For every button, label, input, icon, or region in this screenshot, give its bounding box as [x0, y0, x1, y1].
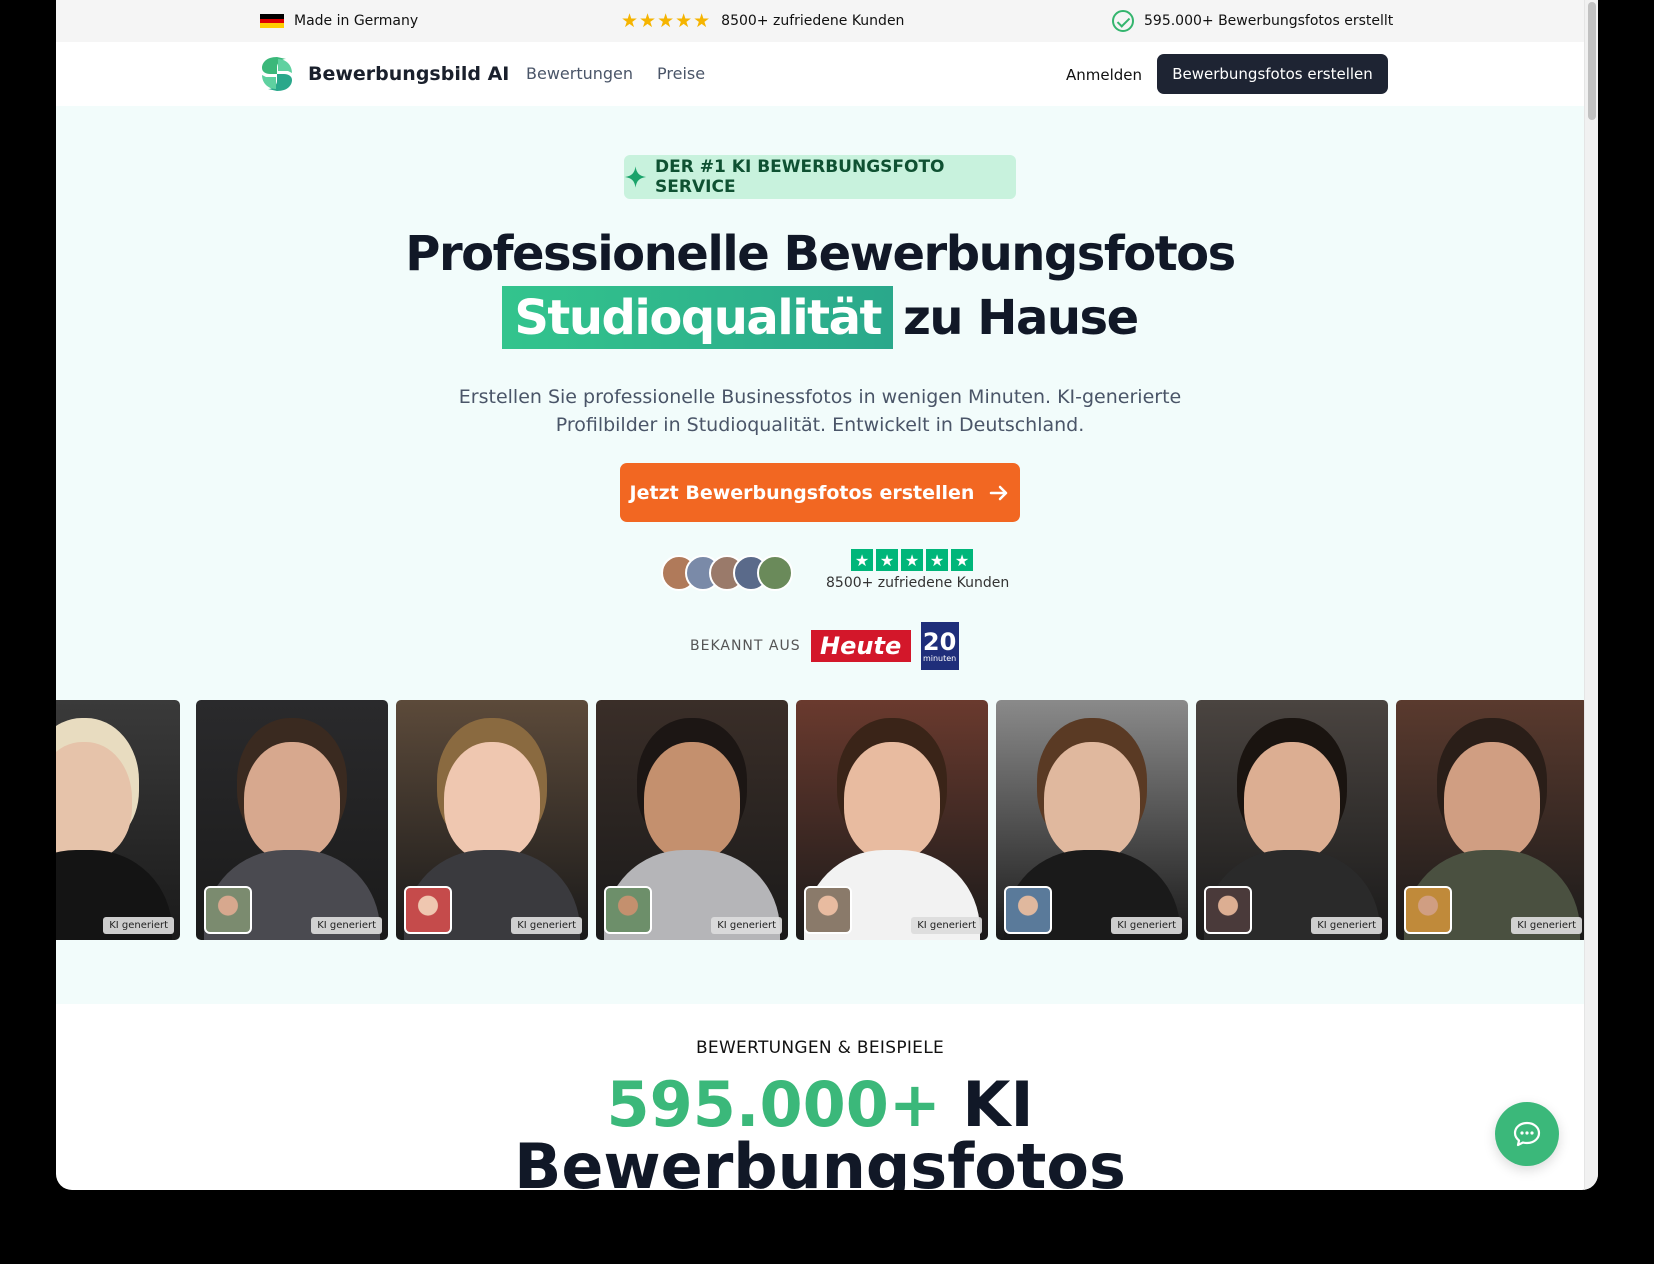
badge-label: DER #1 KI BEWERBUNGSFOTO SERVICE: [655, 157, 945, 197]
star-rating-icon: ★★★★★: [621, 10, 712, 32]
ai-generated-tag: KI generiert: [711, 917, 782, 934]
hero-title-line2: Studioqualität zu Hause: [56, 286, 1584, 349]
heute-logo: Heute: [810, 630, 911, 662]
portrait-face: [244, 742, 340, 860]
press-logos: BEKANNT AUS Heute 20 minuten: [690, 622, 959, 670]
portrait-photo: KI generiert: [596, 700, 788, 940]
original-photo-thumbnail: [1004, 886, 1052, 934]
chat-button[interactable]: [1495, 1102, 1559, 1166]
20-minuten-logo: 20 minuten: [920, 622, 959, 670]
page-content: Made in Germany ★★★★★ 8500+ zufriedene K…: [56, 0, 1584, 1190]
made-in-germany: Made in Germany: [260, 0, 418, 42]
ai-generated-tag: KI generiert: [1111, 917, 1182, 934]
portrait-photo: KI generiert: [196, 700, 388, 940]
hero-subtitle: Erstellen Sie professionelle Businessfot…: [458, 386, 1182, 436]
brand-name: Bewerbungsbild AI: [308, 63, 510, 85]
star-icon: ★: [951, 549, 973, 571]
photos-created-label: 595.000+ Bewerbungsfotos erstellt: [1144, 13, 1394, 29]
original-photo-thumbnail: [1404, 886, 1452, 934]
portrait-photo: KI generiert: [1396, 700, 1584, 940]
star-icon: ★: [876, 549, 898, 571]
chat-bubble-icon: [1513, 1121, 1541, 1147]
hero-title-highlight: Studioqualität: [502, 286, 893, 349]
ai-generated-tag: KI generiert: [1311, 917, 1382, 934]
login-link[interactable]: Anmelden: [1066, 66, 1142, 84]
top-info-bar: Made in Germany ★★★★★ 8500+ zufriedene K…: [56, 0, 1584, 42]
trustpilot-rating: ★ ★ ★ ★ ★ 8500+ zufriedene Kunden: [826, 549, 1009, 591]
browser-window: Made in Germany ★★★★★ 8500+ zufriedene K…: [56, 0, 1598, 1190]
scrollbar-thumb[interactable]: [1588, 2, 1596, 120]
logo-icon: [262, 57, 292, 91]
arrow-right-icon: [990, 485, 1008, 500]
section-label: BEWERTUNGEN & BEISPIELE: [695, 1038, 945, 1058]
portrait-face: [844, 742, 940, 860]
hero-title-line1: Professionelle Bewerbungsfotos: [405, 226, 1236, 282]
ai-generated-tag: KI generiert: [311, 917, 382, 934]
vertical-scrollbar[interactable]: [1584, 0, 1598, 1190]
original-photo-thumbnail: [204, 886, 252, 934]
portrait-photo: KI generiert: [56, 700, 180, 940]
star-icon: ★: [901, 549, 923, 571]
portrait-face: [1244, 742, 1340, 860]
check-circle-icon: [1112, 10, 1134, 32]
germany-flag-icon: [260, 14, 284, 29]
press-label: BEKANNT AUS: [690, 638, 801, 654]
ai-generated-tag: KI generiert: [511, 917, 582, 934]
portrait-photo: KI generiert: [396, 700, 588, 940]
hero-title-rest: zu Hause: [902, 289, 1139, 346]
service-badge: DER #1 KI BEWERBUNGSFOTO SERVICE: [624, 155, 1016, 199]
customer-avatars: [661, 555, 793, 591]
portrait-photo: KI generiert: [1196, 700, 1388, 940]
original-photo-thumbnail: [404, 886, 452, 934]
ai-generated-tag: KI generiert: [103, 917, 174, 934]
20-minuten-number: 20: [922, 627, 957, 656]
portrait-photo: KI generiert: [796, 700, 988, 940]
original-photo-thumbnail: [804, 886, 852, 934]
reviews-heading-line2: Bewerbungsfotos: [514, 1130, 1126, 1190]
portrait-face: [1044, 742, 1140, 860]
ai-generated-tag: KI generiert: [911, 917, 982, 934]
star-icon: ★: [926, 549, 948, 571]
nav-link-bewertungen[interactable]: Bewertungen: [526, 64, 633, 83]
made-in-label: Made in Germany: [294, 13, 419, 29]
hero-cta-label: Jetzt Bewerbungsfotos erstellen: [629, 481, 975, 504]
customers-label: 8500+ zufriedene Kunden: [721, 13, 905, 29]
portrait-face: [644, 742, 740, 860]
create-photos-button[interactable]: Bewerbungsfotos erstellen: [1157, 54, 1388, 94]
trustpilot-stars-icon: ★ ★ ★ ★ ★: [851, 549, 1009, 571]
photo-gallery: KI generiert KI generiert KI generiert KI g…: [56, 700, 1584, 940]
20-minuten-sub: minuten: [922, 653, 957, 663]
avatar: [757, 555, 793, 591]
brand-logo[interactable]: Bewerbungsbild AI: [258, 55, 509, 93]
portrait-face: [444, 742, 540, 860]
rating-info: ★★★★★ 8500+ zufriedene Kunden: [621, 0, 904, 42]
hero-section: DER #1 KI BEWERBUNGSFOTO SERVICE Profess…: [56, 106, 1584, 1004]
main-nav: Bewerbungsbild AI Bewertungen Preise Anm…: [56, 42, 1584, 106]
portrait-photo: KI generiert: [996, 700, 1188, 940]
nav-link-preise[interactable]: Preise: [657, 64, 705, 83]
original-photo-thumbnail: [604, 886, 652, 934]
ai-generated-tag: KI generiert: [1511, 917, 1582, 934]
hero-cta-button[interactable]: Jetzt Bewerbungsfotos erstellen: [620, 463, 1020, 522]
sparkle-icon: [624, 166, 647, 188]
star-icon: ★: [851, 549, 873, 571]
portrait-face: [1444, 742, 1540, 860]
original-photo-thumbnail: [1204, 886, 1252, 934]
nav-links: Bewertungen Preise: [526, 64, 705, 83]
photos-created-info: 595.000+ Bewerbungsfotos erstellt: [1112, 0, 1393, 42]
trust-label: 8500+ zufriedene Kunden: [826, 575, 1010, 591]
